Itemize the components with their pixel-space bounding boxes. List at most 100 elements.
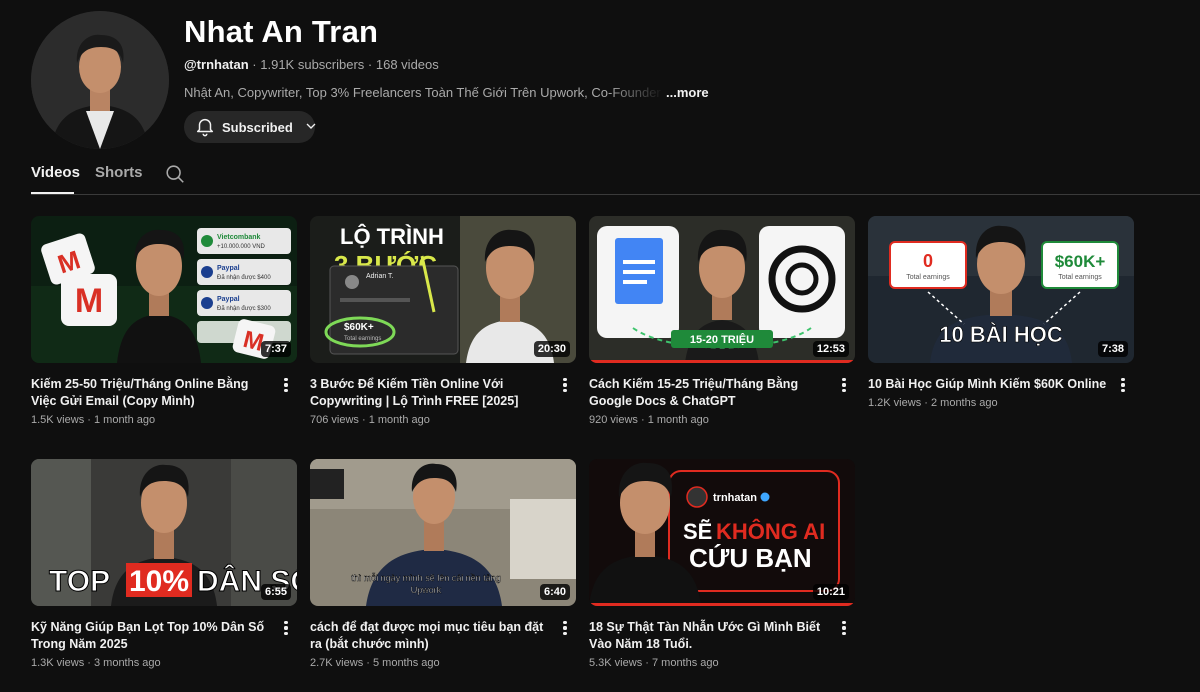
more-link[interactable]: ...more <box>666 85 709 100</box>
subscribed-button[interactable]: Subscribed <box>184 111 316 143</box>
thumb-caption: 10% <box>129 565 189 598</box>
video-duration: 10:21 <box>812 584 849 600</box>
video-count: 168 videos <box>375 57 439 72</box>
video-card[interactable]: TOP 10% DÂN SỐ 6:55 Kỹ Năng Giúp Bạn Lọt… <box>31 459 297 669</box>
upload-age: 7 months ago <box>651 657 719 669</box>
video-stats: 1.5K views · 1 month ago <box>31 414 156 426</box>
thumb-caption: 0 <box>923 251 933 271</box>
video-thumbnail[interactable]: TOP 10% DÂN SỐ 6:55 <box>31 459 297 606</box>
meta-separator: · <box>248 57 261 72</box>
upload-age: 1 month ago <box>368 414 430 426</box>
video-stats: 920 views · 1 month ago <box>589 414 709 426</box>
thumb-caption: 10 BÀI HỌC <box>939 322 1063 347</box>
video-card[interactable]: LỘ TRÌNH 3 BƯỚC Adrian T. $60K+ Total ea… <box>310 216 576 426</box>
channel-tabs: Videos Shorts <box>31 155 1200 195</box>
thumb-caption: $60K+ <box>1055 252 1106 271</box>
upload-age: 3 months ago <box>93 657 161 669</box>
view-count: 706 views <box>310 414 359 426</box>
video-duration: 6:40 <box>539 584 570 600</box>
thumb-caption: Adrian T. <box>366 273 394 280</box>
view-count: 2.7K views <box>310 657 364 669</box>
video-thumbnail[interactable]: 0 Total earnings $60K+ Total earnings 10… <box>868 216 1134 363</box>
video-title[interactable]: cách để đạt được mọi mục tiêu bạn đặt ra… <box>310 619 550 653</box>
view-count: 5.3K views <box>589 657 643 669</box>
thumb-caption: Đã nhận được $300 <box>217 306 271 312</box>
video-thumbnail[interactable]: trnhatan SẼ KHÔNG AI CỨU BẠN 10:21 <box>589 459 855 606</box>
video-title[interactable]: 3 Bước Để Kiếm Tiền Online Với Copywriti… <box>310 376 550 410</box>
video-card[interactable]: 0 Total earnings $60K+ Total earnings 10… <box>868 216 1134 409</box>
thumb-caption: 15-20 TRIỆU <box>690 333 754 346</box>
view-count: 1.5K views <box>31 414 85 426</box>
video-thumbnail[interactable]: M M Vietcombank +10.000.000 VND Paypal Đ… <box>31 216 297 363</box>
channel-description[interactable]: Nhật An, Copywriter, Top 3% Freelancers … <box>184 85 709 100</box>
video-duration: 20:30 <box>533 341 570 357</box>
tab-shorts[interactable]: Shorts <box>95 164 143 181</box>
video-stats: 5.3K views · 7 months ago <box>589 657 719 669</box>
tab-videos[interactable]: Videos <box>31 164 80 181</box>
view-count: 1.3K views <box>31 657 85 669</box>
video-thumbnail[interactable]: 15-20 TRIỆU 12:53 <box>589 216 855 363</box>
upload-age: 1 month ago <box>93 414 156 426</box>
thumb-caption: Total earnings <box>344 336 381 342</box>
upload-age: 5 months ago <box>372 657 440 669</box>
video-title[interactable]: 10 Bài Học Giúp Mình Kiếm $60K Online <box>868 376 1108 393</box>
more-vert-icon[interactable] <box>558 617 572 639</box>
thumb-caption: thì mỗi ngày mình sẽ lên cái nền tảng <box>351 573 501 583</box>
video-title[interactable]: Cách Kiếm 15-25 Triệu/Tháng Bằng Google … <box>589 376 829 410</box>
video-card[interactable]: 15-20 TRIỆU 12:53 Cách Kiếm 15-25 Triệu/… <box>589 216 855 426</box>
thumb-caption: LỘ TRÌNH <box>340 224 444 249</box>
thumb-caption: Vietcombank <box>217 234 261 241</box>
more-vert-icon[interactable] <box>279 374 293 396</box>
video-thumbnail[interactable]: LỘ TRÌNH 3 BƯỚC Adrian T. $60K+ Total ea… <box>310 216 576 363</box>
thumb-caption: Total earnings <box>906 274 950 281</box>
upload-age: 2 months ago <box>930 397 998 409</box>
thumb-caption: SẼ <box>683 519 712 544</box>
channel-name: Nhat An Tran <box>184 14 379 49</box>
video-title[interactable]: 18 Sự Thật Tàn Nhẫn Ước Gì Mình Biết Vào… <box>589 619 829 653</box>
active-tab-indicator <box>31 192 74 194</box>
thumb-caption: Upwork <box>411 585 442 595</box>
video-duration: 7:38 <box>1097 341 1128 357</box>
description-text: Nhật An, Copywriter, Top 3% Freelancers … <box>184 85 664 100</box>
thumb-caption: +10.000.000 VND <box>217 244 266 250</box>
thumb-caption: TOP <box>49 565 110 598</box>
thumb-caption: Paypal <box>217 265 240 272</box>
more-vert-icon[interactable] <box>837 374 851 396</box>
thumb-caption: Paypal <box>217 296 240 303</box>
search-icon[interactable] <box>164 163 186 190</box>
video-card[interactable]: M M Vietcombank +10.000.000 VND Paypal Đ… <box>31 216 297 426</box>
video-duration: 6:55 <box>260 584 291 600</box>
video-duration: 7:37 <box>260 341 291 357</box>
thumb-caption: KHÔNG AI <box>716 519 825 544</box>
view-count: 920 views <box>589 414 638 426</box>
video-stats: 1.2K views · 2 months ago <box>868 397 998 409</box>
more-vert-icon[interactable] <box>837 617 851 639</box>
video-duration: 12:53 <box>812 341 849 357</box>
upload-age: 1 month ago <box>647 414 709 426</box>
video-stats: 1.3K views · 3 months ago <box>31 657 161 669</box>
more-vert-icon[interactable] <box>1116 374 1130 396</box>
channel-avatar[interactable] <box>31 11 169 149</box>
subscribed-label: Subscribed <box>222 119 293 135</box>
subscriber-count: 1.91K subscribers <box>260 57 365 72</box>
thumb-caption: CỨU BẠN <box>689 543 812 573</box>
thumb-caption: trnhatan <box>713 492 757 504</box>
bell-icon <box>194 115 216 140</box>
video-title[interactable]: Kỹ Năng Giúp Bạn Lọt Top 10% Dân Số Tron… <box>31 619 271 653</box>
meta-separator: · <box>364 57 376 72</box>
view-count: 1.2K views <box>868 397 922 409</box>
video-thumbnail[interactable]: thì mỗi ngày mình sẽ lên cái nền tảng Up… <box>310 459 576 606</box>
more-vert-icon[interactable] <box>558 374 572 396</box>
video-stats: 706 views · 1 month ago <box>310 414 430 426</box>
thumb-caption: Đã nhận được $400 <box>217 275 271 281</box>
video-card[interactable]: trnhatan SẼ KHÔNG AI CỨU BẠN 10:21 18 Sự… <box>589 459 855 669</box>
thumb-caption: Total earnings <box>1058 274 1102 281</box>
video-title[interactable]: Kiếm 25-50 Triệu/Tháng Online Bằng Việc … <box>31 376 271 410</box>
video-card[interactable]: thì mỗi ngày mình sẽ lên cái nền tảng Up… <box>310 459 576 669</box>
svg-text:M: M <box>75 282 103 320</box>
channel-handle: @trnhatan <box>184 57 249 72</box>
more-vert-icon[interactable] <box>279 617 293 639</box>
video-stats: 2.7K views · 5 months ago <box>310 657 440 669</box>
thumb-caption: $60K+ <box>344 322 374 333</box>
channel-meta: @trnhatan · 1.91K subscribers · 168 vide… <box>184 57 439 72</box>
